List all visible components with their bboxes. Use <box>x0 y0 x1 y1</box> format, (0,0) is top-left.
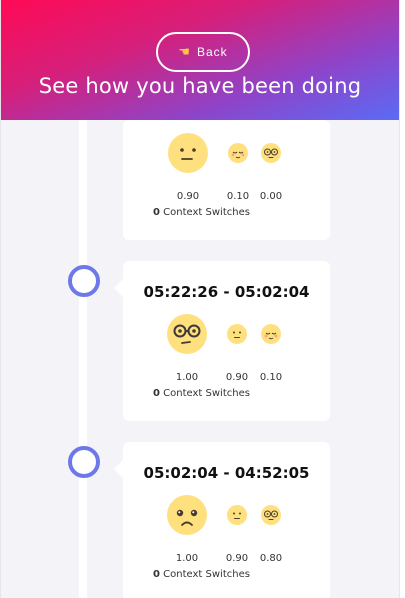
neutral-face-icon <box>227 324 247 344</box>
timeline-dot <box>68 265 100 297</box>
timeline-card: 05:02:04 - 04:52:05 1.00 0.90 0.80 0 Con… <box>114 442 330 598</box>
score-value: 0.90 <box>176 191 200 202</box>
nerd-face-icon <box>261 505 281 525</box>
time-range: 05:22:26 - 05:02:04 <box>143 283 310 301</box>
page-title: See how you have been doing <box>38 74 362 98</box>
back-button-label: Back <box>196 45 228 59</box>
worried-face-icon <box>167 495 207 535</box>
relieved-face-icon <box>228 143 248 163</box>
score-value: 0.10 <box>259 372 283 383</box>
timeline-card: 0.90 0.10 0.00 0 Context Switches <box>123 120 330 240</box>
timeline-line <box>79 120 87 598</box>
context-switches: 0 Context Switches <box>153 207 250 218</box>
neutral-face-icon <box>227 505 247 525</box>
neutral-face-icon <box>168 133 208 173</box>
nerd-face-icon <box>167 314 207 354</box>
timeline-dot <box>68 446 100 478</box>
context-switches: 0 Context Switches <box>153 569 250 580</box>
context-switch-count: 0 <box>153 388 160 399</box>
nerd-face-icon <box>261 143 281 163</box>
score-value: 0.00 <box>259 191 283 202</box>
context-switch-count: 0 <box>153 207 160 218</box>
score-value: 0.80 <box>259 553 283 564</box>
context-switch-count: 0 <box>153 569 160 580</box>
relieved-face-icon <box>261 324 281 344</box>
score-value: 1.00 <box>175 372 199 383</box>
time-range: 05:02:04 - 04:52:05 <box>143 464 310 482</box>
context-switch-label: Context Switches <box>163 569 250 580</box>
app-window: ☚ Back See how you have been doing 0.90 … <box>0 0 400 598</box>
header: ☚ Back See how you have been doing <box>1 0 399 120</box>
score-value: 1.00 <box>175 553 199 564</box>
context-switch-label: Context Switches <box>163 207 250 218</box>
context-switches: 0 Context Switches <box>153 388 250 399</box>
context-switch-label: Context Switches <box>163 388 250 399</box>
back-button[interactable]: ☚ Back <box>156 32 250 72</box>
timeline-card: 05:22:26 - 05:02:04 1.00 0.90 0.10 0 Con… <box>114 261 330 421</box>
pointing-hand-icon: ☚ <box>178 44 191 59</box>
